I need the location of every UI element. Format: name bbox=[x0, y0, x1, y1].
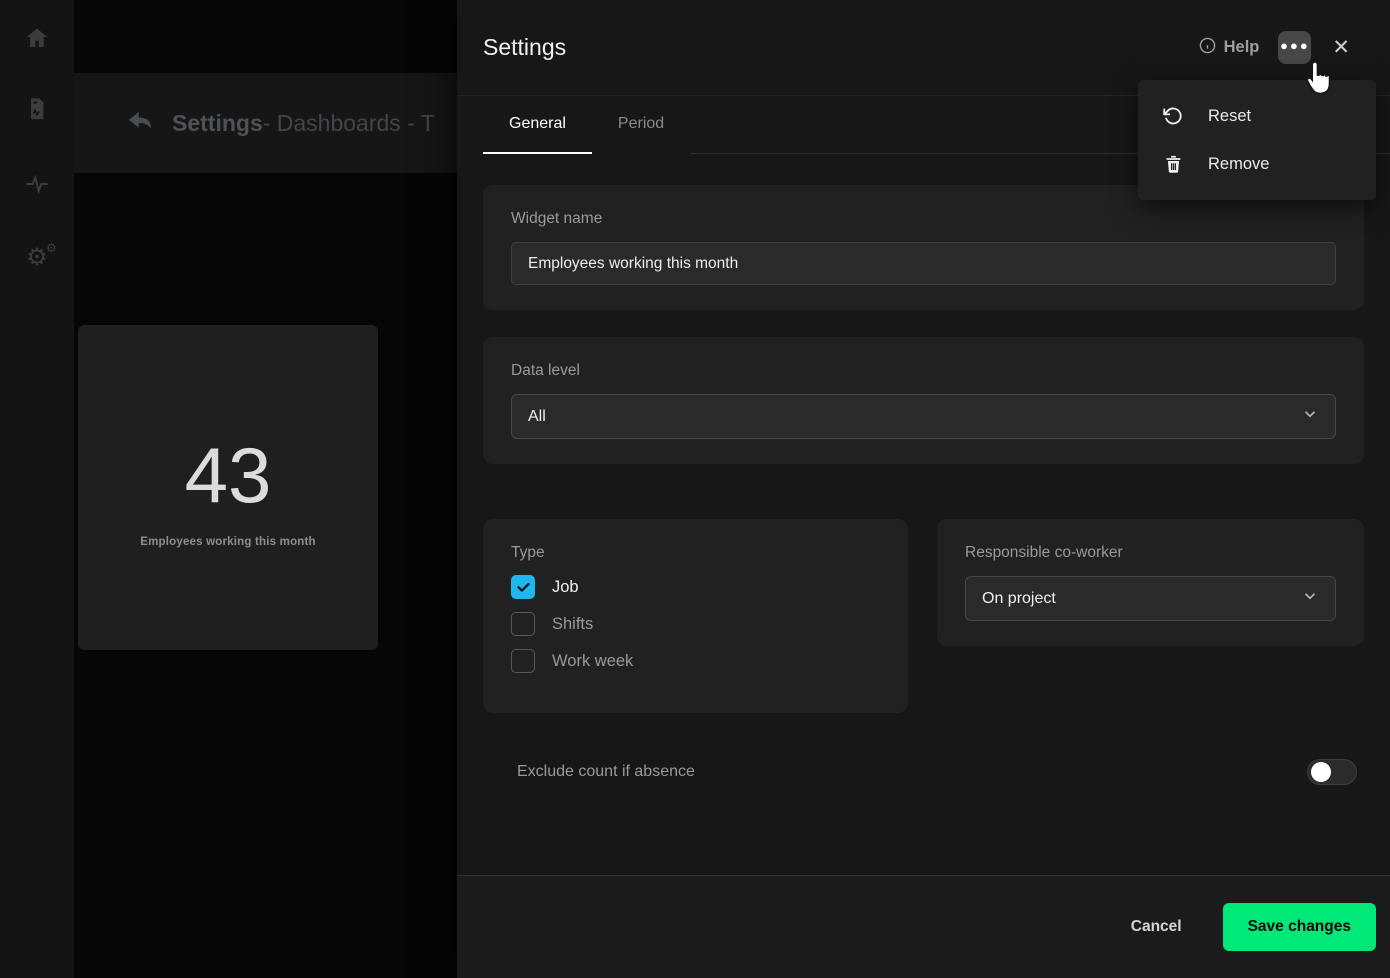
tab-period[interactable]: Period bbox=[592, 96, 690, 154]
help-button[interactable]: Help bbox=[1199, 37, 1260, 59]
tab-general[interactable]: General bbox=[483, 96, 592, 154]
panel-header-actions: Help ●●● ✕ bbox=[1199, 31, 1352, 64]
widget-value: 43 bbox=[185, 436, 272, 514]
data-level-value: All bbox=[528, 408, 546, 426]
home-icon[interactable] bbox=[0, 24, 74, 52]
small-gear-icon: ⚙ bbox=[46, 242, 57, 254]
menu-item-reset-label: Reset bbox=[1208, 107, 1251, 126]
checkbox-work-week[interactable]: Work week bbox=[511, 649, 880, 673]
help-label: Help bbox=[1224, 38, 1260, 57]
widget-name-label: Widget name bbox=[511, 210, 1336, 228]
reports-icon[interactable] bbox=[0, 95, 74, 123]
breadcrumb-rest: - Dashboards - T bbox=[263, 110, 435, 137]
responsible-card: Responsible co-worker On project bbox=[937, 519, 1364, 646]
settings-gear-icon[interactable]: ⚙⚙ bbox=[0, 244, 74, 272]
widget-name-input[interactable] bbox=[511, 242, 1336, 285]
page-header: Settings - Dashboards - T bbox=[74, 73, 457, 173]
exclude-absence-label: Exclude count if absence bbox=[517, 763, 695, 781]
app-sidebar: ⚙⚙ bbox=[0, 0, 74, 978]
close-icon[interactable]: ✕ bbox=[1330, 35, 1352, 60]
widget-caption: Employees working this month bbox=[140, 536, 316, 548]
trash-icon bbox=[1162, 154, 1184, 174]
save-changes-button[interactable]: Save changes bbox=[1223, 903, 1376, 951]
checkbox-shifts-label: Shifts bbox=[552, 615, 593, 634]
menu-item-reset[interactable]: Reset bbox=[1138, 92, 1376, 140]
ellipsis-icon: ●●● bbox=[1280, 39, 1310, 52]
menu-item-remove-label: Remove bbox=[1208, 155, 1269, 174]
chevron-down-icon bbox=[1301, 405, 1319, 428]
checkbox-empty-icon bbox=[511, 649, 535, 673]
type-card: Type Job Shifts Work week bbox=[483, 519, 908, 713]
type-label: Type bbox=[511, 544, 880, 562]
checkbox-job-label: Job bbox=[552, 578, 579, 597]
reset-icon bbox=[1162, 106, 1184, 126]
more-options-button[interactable]: ●●● bbox=[1278, 31, 1311, 64]
settings-footer: Cancel Save changes bbox=[457, 875, 1390, 978]
screen: ⚙⚙ Settings - Dashboards - T 43 Employee… bbox=[0, 0, 1390, 978]
exclude-absence-toggle[interactable] bbox=[1307, 759, 1357, 785]
toggle-knob bbox=[1311, 762, 1331, 782]
responsible-label: Responsible co-worker bbox=[965, 544, 1336, 562]
checkbox-shifts[interactable]: Shifts bbox=[511, 612, 880, 636]
panel-title: Settings bbox=[483, 34, 566, 61]
settings-content: Widget name Data level All Type bbox=[457, 154, 1390, 785]
checkbox-work-week-label: Work week bbox=[552, 652, 633, 671]
cancel-button[interactable]: Cancel bbox=[1131, 918, 1182, 936]
responsible-select[interactable]: On project bbox=[965, 576, 1336, 621]
data-level-select[interactable]: All bbox=[511, 394, 1336, 439]
activity-icon[interactable] bbox=[0, 170, 74, 198]
exclude-absence-row: Exclude count if absence bbox=[483, 759, 1364, 785]
back-arrow-icon[interactable] bbox=[126, 108, 154, 139]
responsible-value: On project bbox=[982, 590, 1056, 608]
chevron-down-icon bbox=[1301, 587, 1319, 610]
checkbox-empty-icon bbox=[511, 612, 535, 636]
more-options-menu: Reset Remove bbox=[1138, 80, 1376, 200]
checkbox-checked-icon bbox=[511, 575, 535, 599]
menu-item-remove[interactable]: Remove bbox=[1138, 140, 1376, 188]
data-level-card: Data level All bbox=[483, 337, 1364, 464]
dashboard-widget[interactable]: 43 Employees working this month bbox=[78, 325, 378, 650]
checkbox-job[interactable]: Job bbox=[511, 575, 880, 599]
info-icon bbox=[1199, 37, 1216, 59]
widget-name-card: Widget name bbox=[483, 185, 1364, 310]
breadcrumb-title[interactable]: Settings bbox=[172, 110, 263, 137]
type-and-responsible-row: Type Job Shifts Work week bbox=[483, 519, 1364, 713]
data-level-label: Data level bbox=[511, 362, 1336, 380]
